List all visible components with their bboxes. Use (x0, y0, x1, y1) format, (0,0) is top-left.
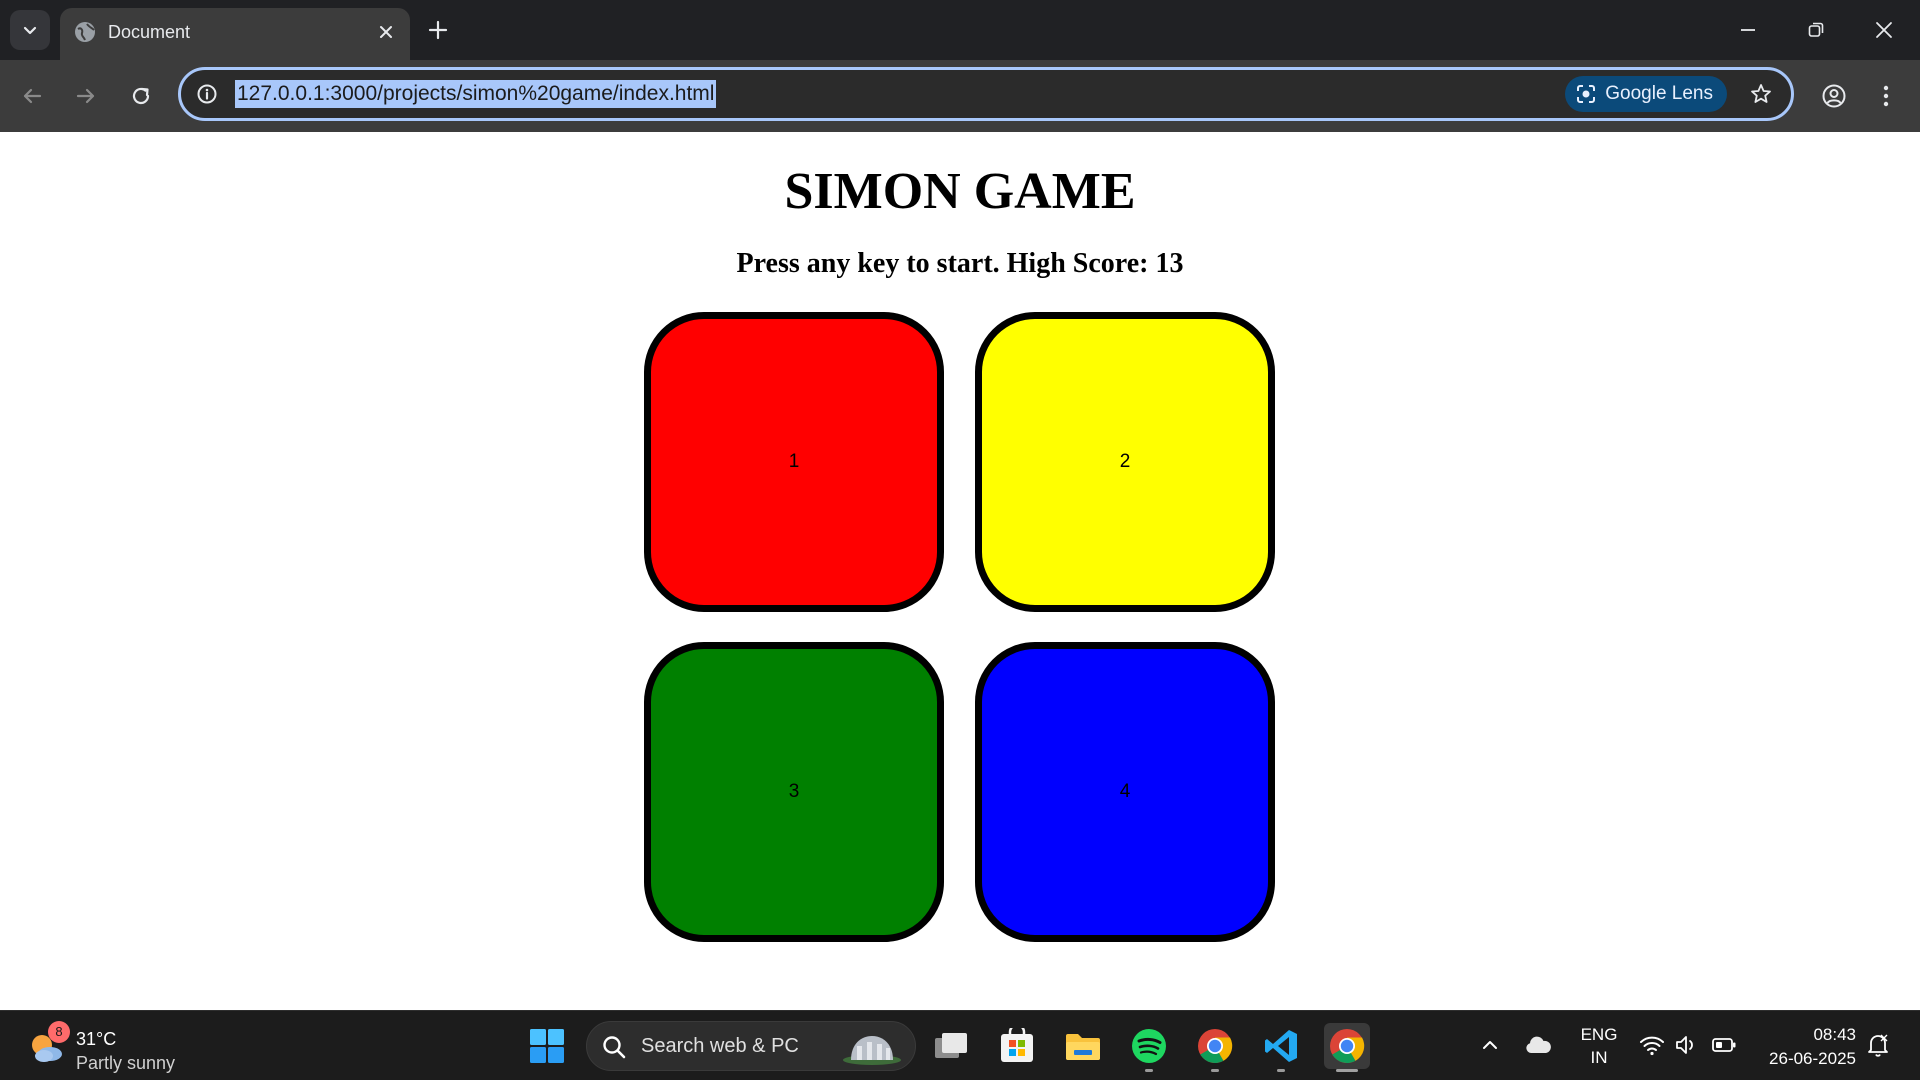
pad-label: 4 (1119, 781, 1131, 802)
game-status: Press any key to start. High Score: 13 (736, 248, 1184, 279)
pad-label: 2 (1119, 451, 1131, 472)
input-language-indicator[interactable]: ENG IN (1574, 1023, 1624, 1069)
task-view-icon (935, 1033, 967, 1058)
back-arrow-icon (23, 88, 42, 104)
game-title: SIMON GAME (784, 163, 1136, 220)
taskbar-search-box[interactable]: Search web & PC (586, 1021, 916, 1071)
spotify-icon (1132, 1029, 1166, 1063)
cloud-icon (1526, 1036, 1551, 1053)
google-lens-button[interactable]: Google Lens (1565, 76, 1727, 112)
chrome-icon (1198, 1029, 1233, 1063)
system-clock[interactable]: 08:43 26-06-2025 (1756, 1023, 1856, 1071)
weather-widget[interactable]: 8 31°C Partly sunny (26, 1021, 196, 1073)
address-bar[interactable]: 127.0.0.1:3000/projects/simon%20game/ind… (178, 67, 1794, 121)
reload-button[interactable] (121, 76, 161, 116)
restore-button[interactable] (1794, 8, 1838, 52)
profile-icon (1822, 84, 1846, 108)
speaker-icon (1676, 1036, 1693, 1054)
weather-description: Partly sunny (76, 1053, 176, 1073)
taskbar-chrome[interactable] (1192, 1023, 1238, 1072)
microsoft-store-icon (1001, 1028, 1033, 1062)
browser-tab-strip: Document (0, 0, 1920, 60)
browser-toolbar: 127.0.0.1:3000/projects/simon%20game/ind… (0, 60, 1920, 132)
blue-pad[interactable]: 4 (975, 642, 1275, 942)
wifi-icon (1640, 1036, 1664, 1056)
kebab-menu-icon (1883, 85, 1889, 107)
taskbar-chrome-active[interactable] (1324, 1023, 1370, 1072)
pad-label: 3 (788, 781, 800, 802)
language-code: ENG (1580, 1025, 1618, 1044)
new-tab-button[interactable] (424, 16, 452, 44)
onedrive-button[interactable] (1520, 1027, 1556, 1063)
task-view-button[interactable] (928, 1023, 974, 1069)
reload-icon (132, 87, 150, 105)
volume-button[interactable] (1668, 1027, 1704, 1063)
battery-button[interactable] (1706, 1027, 1742, 1063)
browser-tab-active[interactable]: Document (60, 8, 410, 60)
taskbar-spotify[interactable] (1126, 1023, 1172, 1072)
tab-close-button[interactable] (374, 20, 398, 44)
close-window-button[interactable] (1862, 8, 1906, 52)
pad-label: 1 (788, 451, 800, 472)
windows-start-icon (530, 1029, 564, 1063)
notification-bell-icon (1868, 1034, 1888, 1057)
vscode-icon (1265, 1030, 1297, 1062)
page-content: SIMON GAME Press any key to start. High … (0, 132, 1920, 1010)
chrome-icon (1330, 1029, 1365, 1063)
forward-arrow-icon (76, 88, 95, 104)
weather-temperature: 31°C (76, 1029, 117, 1049)
taskbar-vscode[interactable] (1258, 1023, 1304, 1072)
minimize-button[interactable] (1726, 8, 1770, 52)
back-button[interactable] (12, 76, 52, 116)
battery-icon (1712, 1038, 1736, 1052)
clock-time: 08:43 (1813, 1025, 1856, 1044)
tab-search-button[interactable] (10, 10, 50, 50)
info-icon (197, 84, 217, 104)
url-text[interactable]: 127.0.0.1:3000/projects/simon%20game/ind… (235, 80, 717, 108)
yellow-pad[interactable]: 2 (975, 312, 1275, 612)
bookmark-button[interactable] (1745, 78, 1777, 110)
taskbar-file-explorer[interactable] (1060, 1023, 1106, 1069)
clock-date: 26-06-2025 (1769, 1049, 1856, 1068)
start-button[interactable] (524, 1023, 570, 1069)
notifications-button[interactable] (1860, 1027, 1896, 1063)
windows-taskbar: 8 31°C Partly sunny Search web & PC ENG … (0, 1010, 1920, 1080)
chevron-up-icon (1483, 1041, 1497, 1049)
close-window-icon (1876, 22, 1892, 38)
site-info-button[interactable] (195, 82, 219, 106)
chevron-down-icon (23, 26, 37, 35)
google-lens-icon (1577, 85, 1596, 103)
region-code: IN (1590, 1048, 1608, 1067)
search-highlight-icon (843, 1036, 901, 1065)
plus-icon (428, 20, 448, 40)
taskbar-store[interactable] (994, 1023, 1040, 1069)
network-button[interactable] (1634, 1027, 1670, 1063)
restore-icon (1808, 22, 1824, 37)
minimize-icon (1741, 29, 1755, 31)
star-icon (1751, 84, 1771, 103)
tab-title: Document (108, 22, 191, 42)
red-pad[interactable]: 1 (644, 312, 944, 612)
search-icon (603, 1036, 626, 1059)
running-indicator (1211, 1069, 1219, 1072)
profile-button[interactable] (1814, 76, 1854, 116)
search-placeholder: Search web & PC (641, 1035, 799, 1057)
green-pad[interactable]: 3 (644, 642, 944, 942)
show-hidden-icons-button[interactable] (1472, 1027, 1508, 1063)
folder-icon (1066, 1034, 1100, 1060)
game-board: 1 2 3 4 (644, 312, 1276, 944)
globe-icon (75, 22, 95, 42)
google-lens-label: Google Lens (1605, 83, 1713, 104)
running-indicator (1145, 1069, 1153, 1072)
running-indicator (1277, 1069, 1285, 1072)
browser-menu-button[interactable] (1866, 76, 1906, 116)
forward-button[interactable] (66, 76, 106, 116)
close-icon (380, 26, 392, 38)
running-indicator (1336, 1069, 1358, 1072)
weather-badge: 8 (48, 1021, 70, 1043)
